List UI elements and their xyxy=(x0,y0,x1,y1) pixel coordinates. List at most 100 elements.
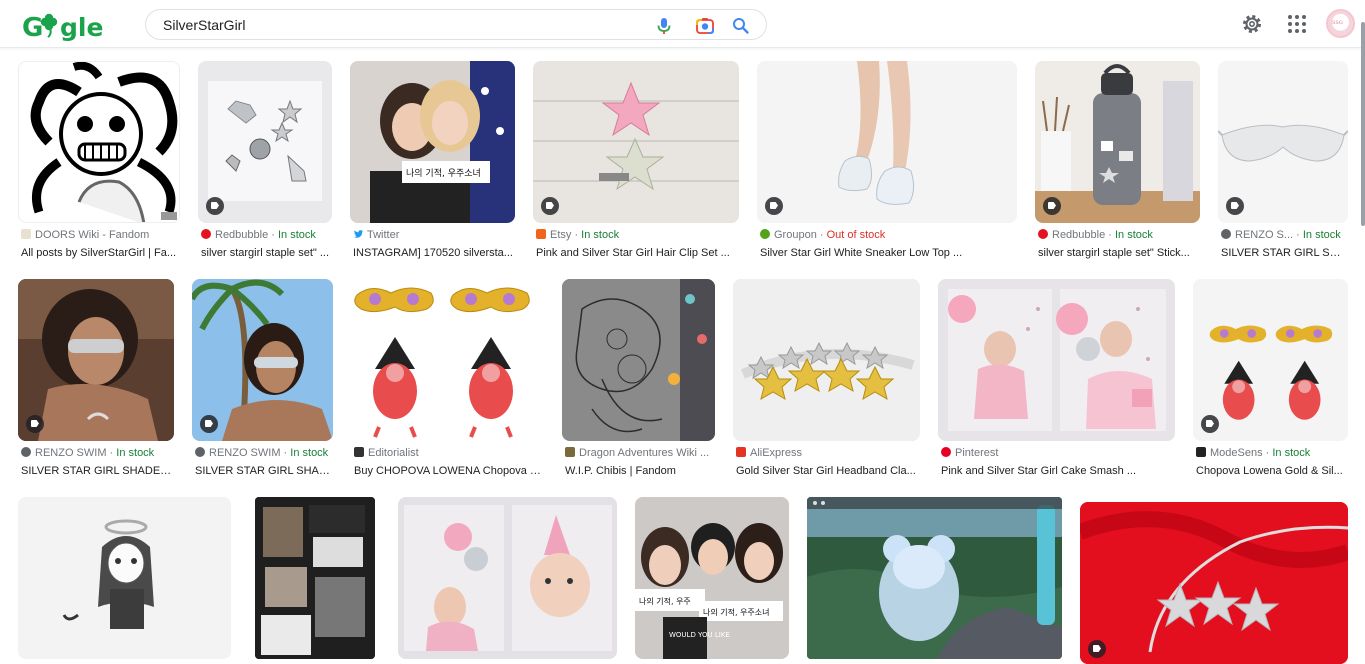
settings-gear-icon[interactable] xyxy=(1240,12,1264,36)
result-thumbnail[interactable] xyxy=(18,61,180,223)
result-thumbnail[interactable] xyxy=(938,279,1175,441)
search-box[interactable] xyxy=(145,9,767,40)
groupon-favicon-icon xyxy=(760,229,770,239)
account-avatar[interactable]: SSG xyxy=(1326,9,1355,38)
dragon-adventures-favicon-icon xyxy=(565,447,575,457)
result-source: RENZO SWIM · In stock xyxy=(21,446,177,460)
result-title[interactable]: Pink and Silver Star Girl Hair Clip Set … xyxy=(536,246,738,261)
result-title[interactable]: All posts by SilverStarGirl | Fa... xyxy=(21,246,179,261)
header: G gle SilverStarGirl SSG xyxy=(0,0,1365,48)
source-name: ModeSens · xyxy=(1210,447,1273,459)
result-title[interactable]: SILVER STAR GIRL SHAD... xyxy=(195,464,332,479)
source-name: RENZO S... · xyxy=(1235,229,1303,241)
shopping-tag-icon xyxy=(206,197,224,215)
result-source: AliExpress xyxy=(736,446,923,460)
result-title[interactable]: Chopova Lowena Gold & Sil... xyxy=(1196,464,1347,479)
stock-status: In stock xyxy=(1272,447,1311,459)
result-thumbnail[interactable] xyxy=(1218,61,1348,223)
result-title[interactable]: Pink and Silver Star Girl Cake Smash ... xyxy=(941,464,1174,479)
etsy-favicon-icon xyxy=(536,229,546,239)
result-thumbnail[interactable] xyxy=(733,279,920,441)
result-title[interactable]: SILVER STAR GIRL SHADES ... xyxy=(21,464,173,479)
microphone-icon[interactable] xyxy=(654,16,674,36)
redbubble-favicon-icon xyxy=(201,229,211,239)
result-thumbnail[interactable] xyxy=(351,279,544,441)
result-title[interactable]: SILVER STAR GIRL SHA... xyxy=(1221,246,1347,261)
result-source: RENZO S... · In stock xyxy=(1221,228,1351,242)
apps-grid-icon[interactable] xyxy=(1285,12,1309,36)
fandom-favicon-icon xyxy=(21,229,31,239)
source-name: DOORS Wiki - Fandom xyxy=(35,229,150,241)
result-thumbnail[interactable] xyxy=(1080,502,1348,664)
result-title[interactable]: silver stargirl staple set" ... xyxy=(201,246,331,261)
avatar-text: SSG xyxy=(1332,20,1343,26)
camera-lens-icon[interactable] xyxy=(695,16,715,36)
stock-status: In stock xyxy=(1115,229,1153,241)
search-input[interactable] xyxy=(163,16,643,34)
result-source: Editorialist xyxy=(354,446,547,460)
shopping-tag-icon xyxy=(200,415,218,433)
pinterest-favicon-icon xyxy=(941,447,951,457)
stock-status: In stock xyxy=(116,447,155,459)
result-source: Pinterest xyxy=(941,446,1178,460)
thumbnail-sign-text: 나의 기적, 우주소녀 xyxy=(703,607,770,617)
source-name: Editorialist xyxy=(368,447,419,459)
result-thumbnail[interactable] xyxy=(255,497,375,659)
thumbnail-sign-text: 나의 기적, 우주 xyxy=(639,596,691,606)
editorialist-favicon-icon xyxy=(354,447,364,457)
result-source: Dragon Adventures Wiki ... xyxy=(565,446,718,460)
globe-favicon-icon xyxy=(195,447,205,457)
result-source: DOORS Wiki - Fandom xyxy=(21,228,183,242)
result-title[interactable]: INSTAGRAM] 170520 silversta... xyxy=(353,246,514,261)
result-title[interactable]: Gold Silver Star Girl Headband Cla... xyxy=(736,464,919,479)
result-source: Groupon · Out of stock xyxy=(760,228,1020,242)
result-thumbnail[interactable] xyxy=(1035,61,1200,223)
result-title[interactable]: silver stargirl staple set" Stick... xyxy=(1038,246,1199,261)
twitter-bird-icon xyxy=(353,230,364,238)
source-name: Redbubble · xyxy=(1052,229,1115,241)
stock-status: In stock xyxy=(581,229,620,241)
result-source: RENZO SWIM · In stock xyxy=(195,446,336,460)
result-thumbnail[interactable] xyxy=(562,279,715,441)
result-thumbnail[interactable] xyxy=(533,61,739,223)
result-title[interactable]: Silver Star Girl White Sneaker Low Top .… xyxy=(760,246,1016,261)
source-name: Groupon · xyxy=(774,229,827,241)
result-title[interactable]: W.I.P. Chibis | Fandom xyxy=(565,464,714,479)
result-source: Twitter xyxy=(353,228,518,242)
stock-status: In stock xyxy=(278,229,316,241)
search-icon[interactable] xyxy=(731,16,751,36)
shopping-tag-icon xyxy=(26,415,44,433)
result-thumbnail[interactable] xyxy=(18,279,174,441)
result-thumbnail[interactable]: 나의 기적, 우주소녀 xyxy=(350,61,515,223)
result-source: Redbubble · In stock xyxy=(1038,228,1203,242)
redbubble-favicon-icon xyxy=(1038,229,1048,239)
source-name: RENZO SWIM · xyxy=(209,447,291,459)
aliexpress-favicon-icon xyxy=(736,447,746,457)
shopping-tag-icon xyxy=(1201,415,1219,433)
result-thumbnail[interactable] xyxy=(807,497,1062,659)
result-thumbnail[interactable] xyxy=(198,61,332,223)
stock-status: Out of stock xyxy=(826,229,886,241)
result-thumbnail[interactable] xyxy=(18,497,231,659)
shopping-tag-icon xyxy=(765,197,783,215)
shopping-tag-icon xyxy=(1226,197,1244,215)
page-scrollbar[interactable] xyxy=(1361,22,1365,226)
globe-favicon-icon xyxy=(1221,229,1231,239)
result-thumbnail[interactable]: 나의 기적, 우주 나의 기적, 우주소녀 WOULD YOU LIKE xyxy=(635,497,789,659)
stock-status: In stock xyxy=(1302,229,1341,241)
result-thumbnail[interactable] xyxy=(1193,279,1348,441)
globe-favicon-icon xyxy=(21,447,31,457)
google-logo[interactable]: G gle xyxy=(22,10,106,43)
svg-text:gle: gle xyxy=(60,13,103,42)
result-title[interactable]: Buy CHOPOVA LOWENA Chopova L... xyxy=(354,464,543,479)
result-thumbnail[interactable] xyxy=(757,61,1017,223)
source-name: AliExpress xyxy=(750,447,802,459)
result-thumbnail[interactable] xyxy=(398,497,617,659)
thumbnail-shirt-text: WOULD YOU LIKE xyxy=(669,631,730,639)
source-name: Pinterest xyxy=(955,447,999,459)
source-name: Redbubble · xyxy=(215,229,278,241)
source-name: Etsy · xyxy=(550,229,582,241)
source-name: RENZO SWIM · xyxy=(35,447,117,459)
stock-status: In stock xyxy=(290,447,329,459)
result-thumbnail[interactable] xyxy=(192,279,333,441)
